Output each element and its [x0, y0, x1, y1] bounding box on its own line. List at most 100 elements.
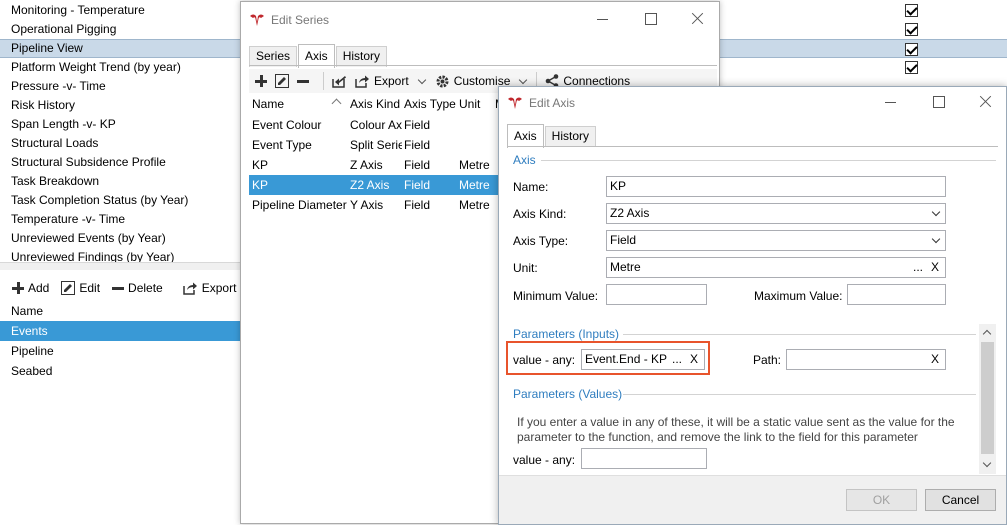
list-item-label: Temperature -v- Time — [11, 212, 126, 226]
path-clear-button[interactable]: X — [931, 350, 939, 369]
close-icon[interactable] — [978, 94, 994, 110]
es-export-label: Export — [374, 74, 409, 88]
column-header-unit[interactable]: Unit — [459, 94, 489, 114]
es-add-button[interactable] — [255, 75, 267, 87]
es-delete-button[interactable] — [297, 79, 309, 83]
checkbox-icon[interactable] — [905, 4, 918, 17]
table-cell: Colour Ax — [350, 118, 402, 132]
close-icon[interactable] — [690, 11, 706, 27]
edit-axis-title: Edit Axis — [529, 96, 576, 110]
column-header-axis-kind[interactable]: Axis Kind — [350, 94, 402, 114]
tab-history[interactable]: History — [335, 46, 388, 67]
vertical-scrollbar[interactable] — [979, 324, 996, 474]
es-export-button[interactable]: Export — [355, 74, 426, 88]
export-button[interactable]: Export — [182, 281, 236, 295]
minimize-icon[interactable] — [595, 11, 611, 27]
maximize-icon[interactable] — [931, 94, 947, 110]
minus-icon — [297, 79, 309, 83]
delete-button[interactable]: Delete — [112, 281, 163, 295]
list-item-label: Span Length -v- KP — [11, 117, 116, 131]
maximum-value-label: Maximum Value: — [754, 289, 843, 303]
add-button[interactable]: Add — [12, 281, 49, 295]
tab-divider — [249, 65, 717, 66]
maximum-value-field[interactable] — [847, 284, 946, 305]
minimize-icon[interactable] — [883, 94, 899, 110]
export-icon — [355, 74, 370, 88]
param-browse-button[interactable]: ... — [672, 350, 682, 369]
table-cell: Z Axis — [350, 158, 383, 172]
es-edit-button[interactable] — [275, 74, 289, 88]
edit-icon — [275, 74, 289, 88]
table-row[interactable]: Seabed — [0, 361, 240, 381]
param-value: Event.End - KP — [585, 352, 668, 366]
list-item-label: Structural Subsidence Profile — [11, 155, 166, 169]
checkbox-icon[interactable] — [905, 61, 918, 74]
table-row[interactable]: Events — [0, 321, 240, 341]
table-cell: Split Serie — [350, 138, 402, 152]
axis-grid: Name Axis Kind Axis Type Unit M Event Co… — [249, 94, 501, 514]
table-row[interactable]: Event Colour Colour Ax Field — [249, 115, 499, 135]
export-icon — [182, 281, 198, 295]
edit-axis-titlebar[interactable]: Edit Axis — [499, 87, 1006, 123]
edit-axis-tabs: Axis History — [507, 123, 597, 148]
list-item-label: Platform Weight Trend (by year) — [11, 60, 181, 74]
unit-clear-button[interactable]: X — [931, 258, 939, 277]
tab-axis[interactable]: Axis — [507, 124, 544, 148]
edit-series-titlebar[interactable]: Edit Series — [241, 2, 719, 38]
column-header-name[interactable]: Name — [252, 94, 332, 114]
path-field[interactable]: X — [786, 349, 946, 370]
checkbox-icon[interactable] — [905, 23, 918, 36]
edit-icon — [61, 281, 76, 295]
table-row[interactable]: Pipeline — [0, 341, 240, 361]
edit-label: Edit — [79, 281, 101, 295]
app-logo-icon — [249, 13, 265, 27]
table-cell: KP — [252, 178, 269, 192]
table-cell: Z2 Axis — [350, 178, 390, 192]
es-import-button[interactable] — [332, 74, 347, 88]
unit-value: Metre — [610, 260, 641, 274]
tab-divider — [507, 146, 998, 147]
chevron-down-icon — [931, 207, 941, 217]
table-cell — [459, 135, 495, 155]
scroll-up-icon[interactable] — [982, 329, 992, 339]
checkbox-icon[interactable] — [905, 43, 918, 56]
list-item-label: Operational Pigging — [11, 22, 117, 36]
axis-kind-select[interactable]: Z2 Axis — [606, 203, 946, 224]
minimum-value-label: Minimum Value: — [513, 289, 599, 303]
edit-button[interactable]: Edit — [61, 281, 100, 295]
section-axis: Axis — [513, 153, 536, 167]
axis-kind-label: Axis Kind: — [513, 207, 567, 221]
table-row[interactable]: KP Z2 Axis Field Metre — [249, 175, 499, 195]
cancel-button[interactable]: Cancel — [925, 489, 996, 511]
name-field[interactable]: KP — [606, 176, 946, 197]
tab-series[interactable]: Series — [249, 46, 298, 67]
splitter[interactable] — [0, 262, 240, 270]
param-clear-button[interactable]: X — [690, 350, 698, 369]
name-label: Name: — [513, 180, 549, 194]
unit-browse-button[interactable]: ... — [913, 258, 923, 277]
value-any-field[interactable] — [581, 448, 707, 469]
scrollbar-thumb[interactable] — [981, 342, 994, 454]
table-row[interactable]: Event Type Split Serie Field — [249, 135, 499, 155]
column-header-axis-type[interactable]: Axis Type — [404, 94, 456, 114]
maximize-icon[interactable] — [643, 11, 659, 27]
chevron-down-icon — [417, 75, 426, 84]
unit-label: Unit: — [513, 261, 538, 275]
param-value-field[interactable]: Event.End - KP ... X — [581, 349, 705, 370]
minimum-value-field[interactable] — [606, 284, 707, 305]
axis-type-label: Axis Type: — [513, 234, 569, 248]
list-item-label: Pipeline View — [11, 41, 83, 55]
ok-button[interactable]: OK — [846, 489, 917, 511]
table-row[interactable]: KP Z Axis Field Metre — [249, 155, 499, 175]
value-any-label: value - any: — [513, 453, 576, 467]
table-cell: Field — [404, 118, 431, 132]
table-row[interactable]: Pipeline Diameter Y Axis Field Metre — [249, 195, 499, 215]
list-item-label: Task Completion Status (by Year) — [11, 193, 189, 207]
scroll-down-icon[interactable] — [982, 458, 992, 468]
path-label: Path: — [753, 353, 782, 367]
tab-history[interactable]: History — [544, 126, 597, 147]
table-header-name[interactable]: Name — [0, 301, 240, 321]
plus-icon — [12, 282, 24, 294]
axis-type-select[interactable]: Field — [606, 230, 946, 251]
unit-field[interactable]: Metre ... X — [606, 257, 946, 278]
